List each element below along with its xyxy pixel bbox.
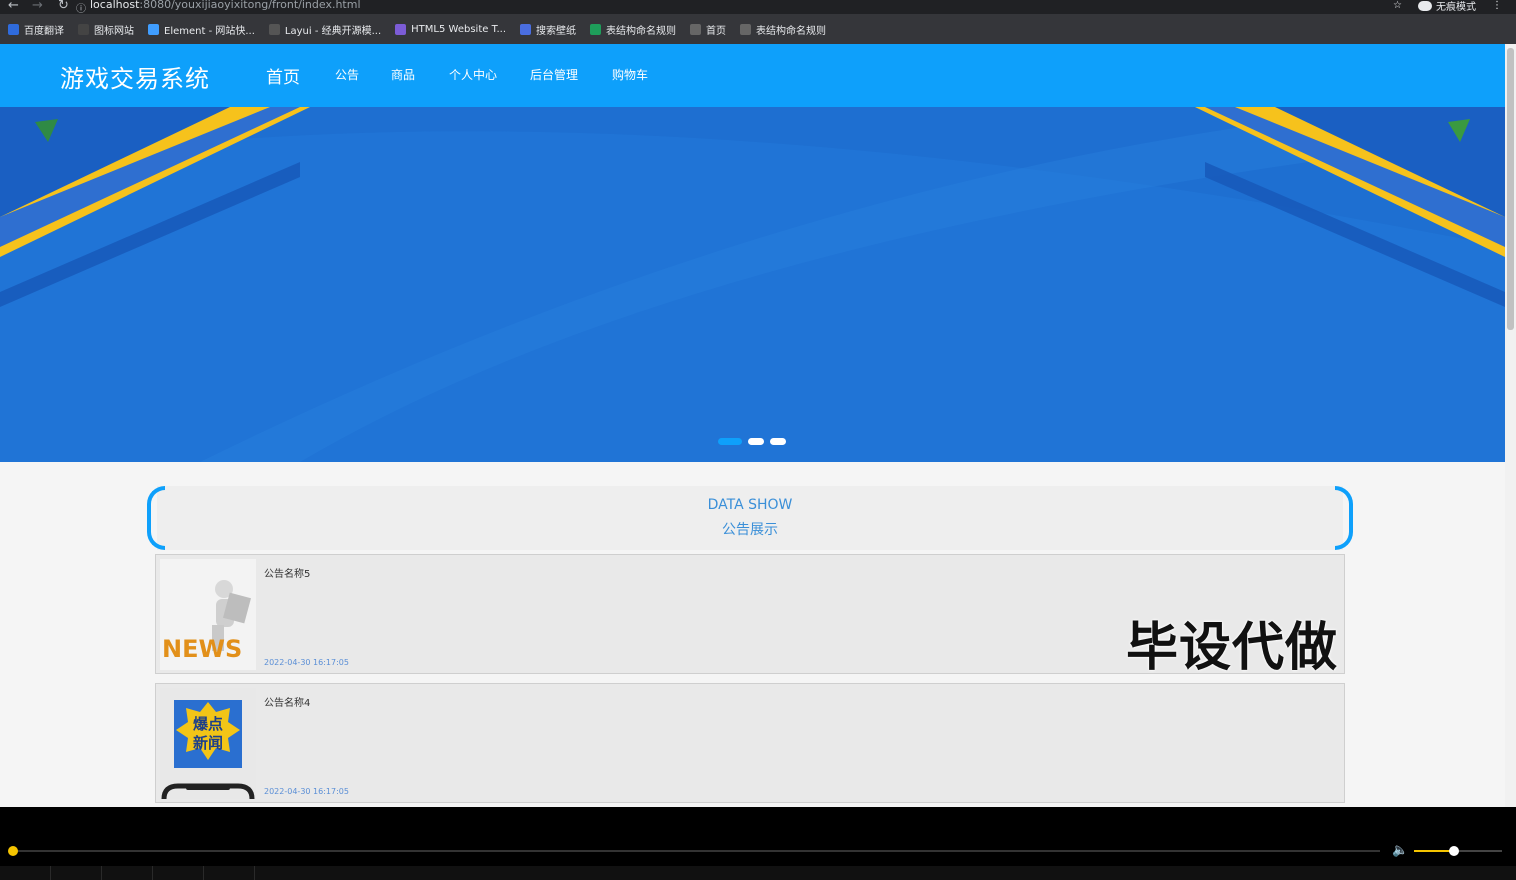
page-viewport: 游戏交易系统 首页 公告 商品 个人中心 后台管理 购物车 DATA SHOW … [0, 44, 1505, 807]
reload-icon[interactable]: ↻ [58, 0, 69, 13]
bookmark-item[interactable]: HTML5 Website T... [395, 23, 507, 35]
notice-time: 2022-04-30 16:17:05 [264, 658, 349, 667]
volume-fill [1414, 850, 1454, 852]
notice-thumbnail[interactable]: NEWS [160, 559, 256, 670]
nav-item-goods[interactable]: 商品 [391, 66, 415, 83]
player-bar-segment [51, 866, 102, 880]
browser-actions: ☆ 无痕模式 ⋮ [1393, 0, 1502, 13]
nav-item-admin[interactable]: 后台管理 [530, 66, 578, 83]
section-header: DATA SHOW 公告展示 [147, 486, 1353, 550]
breaking-news-text-2: 新闻 [193, 734, 223, 752]
bookmark-label: 百度翻译 [24, 25, 64, 37]
globe-icon [690, 23, 702, 35]
progress-knob[interactable] [8, 846, 18, 856]
watermark-text: 毕设代做 [1125, 618, 1338, 678]
site-header: 游戏交易系统 首页 公告 商品 个人中心 后台管理 购物车 [0, 44, 1505, 107]
left-bracket-decoration [147, 486, 165, 550]
section-title-en: DATA SHOW [707, 497, 793, 513]
menu-kebab-icon[interactable]: ⋮ [1492, 0, 1502, 11]
bookmark-item[interactable]: 百度翻译 [8, 22, 64, 37]
wallpaper-icon [520, 23, 532, 35]
back-icon[interactable]: ← [8, 0, 19, 13]
bookmark-label: Layui - 经典开源模... [284, 25, 382, 37]
url-host: localhost [90, 0, 140, 11]
player-bottom-bar [0, 866, 1516, 880]
bookmark-label: 搜索壁纸 [536, 25, 577, 37]
url-field[interactable]: localhost:8080/youxijiaoyixitong/front/i… [90, 0, 361, 11]
nav-item-profile[interactable]: 个人中心 [449, 66, 497, 83]
bookmark-label: 图标网站 [94, 25, 134, 37]
globe-icon [740, 23, 752, 35]
element-icon [148, 23, 159, 35]
flag-icon [78, 23, 89, 35]
incognito-badge[interactable]: 无痕模式 [1418, 0, 1476, 13]
volume-knob[interactable] [1448, 846, 1459, 856]
bookmark-item[interactable]: 首页 [690, 22, 726, 37]
section-header-bg: DATA SHOW 公告展示 [157, 486, 1343, 550]
player-bar-segment [204, 866, 255, 880]
translate-icon [8, 23, 19, 35]
incognito-icon [1418, 0, 1432, 11]
star-icon[interactable]: ☆ [1393, 0, 1402, 11]
player-bar-segment [153, 866, 204, 880]
bookmark-label: HTML5 Website T... [411, 23, 507, 35]
progress-track[interactable] [12, 850, 1380, 852]
right-bracket-decoration [1335, 486, 1353, 550]
breaking-news-icon: 爆点 新闻 [160, 688, 256, 799]
section-title-cn: 公告展示 [722, 522, 778, 538]
forward-icon[interactable]: → [32, 0, 43, 13]
news-reader-icon: NEWS [160, 559, 256, 670]
notice-time: 2022-04-30 16:17:05 [264, 787, 349, 796]
bookmark-item[interactable]: Element - 网站快... [148, 22, 255, 37]
news-thumb-text: NEWS [162, 635, 242, 663]
carousel-dot[interactable] [770, 438, 786, 445]
bookmark-label: 表结构命名规则 [756, 25, 827, 37]
nav-item-notice[interactable]: 公告 [335, 66, 359, 83]
incognito-label: 无痕模式 [1436, 2, 1476, 13]
bookmark-item[interactable]: 表结构命名规则 [590, 22, 676, 37]
notice-title[interactable]: 公告名称5 [264, 565, 310, 580]
carousel-dot[interactable] [718, 438, 742, 445]
layui-icon [268, 23, 280, 35]
bookmark-label: 首页 [706, 25, 727, 37]
bookmark-label: 表结构命名规则 [606, 25, 677, 37]
player-bar-segment [0, 866, 51, 880]
carousel-dot[interactable] [748, 438, 764, 445]
banner-artwork [0, 107, 1505, 462]
bookmark-label: Element - 网站快... [164, 25, 255, 37]
player-bar-segment [102, 866, 153, 880]
bookmark-item[interactable]: 搜索壁纸 [520, 22, 576, 37]
url-path: :8080/youxijiaoyixitong/front/index.html [139, 0, 361, 11]
notice-title[interactable]: 公告名称4 [264, 694, 310, 709]
browser-address-bar: ← → ↻ ⓘ localhost:8080/youxijiaoyixitong… [0, 0, 1516, 15]
notice-card[interactable]: 爆点 新闻 公告名称4 2022-04-30 16:17:05 [155, 683, 1345, 803]
carousel-dots [718, 438, 786, 445]
html5-icon [395, 23, 407, 35]
bookmark-item[interactable]: 表结构命名规则 [740, 22, 826, 37]
carousel-banner[interactable] [0, 107, 1505, 462]
bookmark-item[interactable]: Layui - 经典开源模... [268, 22, 382, 37]
info-icon[interactable]: ⓘ [76, 0, 86, 15]
nav-item-home[interactable]: 首页 [266, 63, 300, 88]
notice-card[interactable]: NEWS 公告名称5 2022-04-30 16:17:05 毕设代做 [155, 554, 1345, 678]
scrollbar-thumb[interactable] [1507, 48, 1514, 330]
notice-thumbnail[interactable]: 爆点 新闻 [160, 688, 256, 799]
bookmark-item[interactable]: 图标网站 [78, 22, 134, 37]
bookmarks-bar: 百度翻译 图标网站 Element - 网站快... Layui - 经典开源模...… [0, 14, 1516, 44]
site-title: 游戏交易系统 [60, 65, 210, 93]
nav-item-cart[interactable]: 购物车 [612, 66, 648, 83]
breaking-news-text-1: 爆点 [193, 715, 223, 733]
volume-icon[interactable]: 🔈 [1392, 843, 1408, 858]
sheet-icon [590, 23, 602, 35]
